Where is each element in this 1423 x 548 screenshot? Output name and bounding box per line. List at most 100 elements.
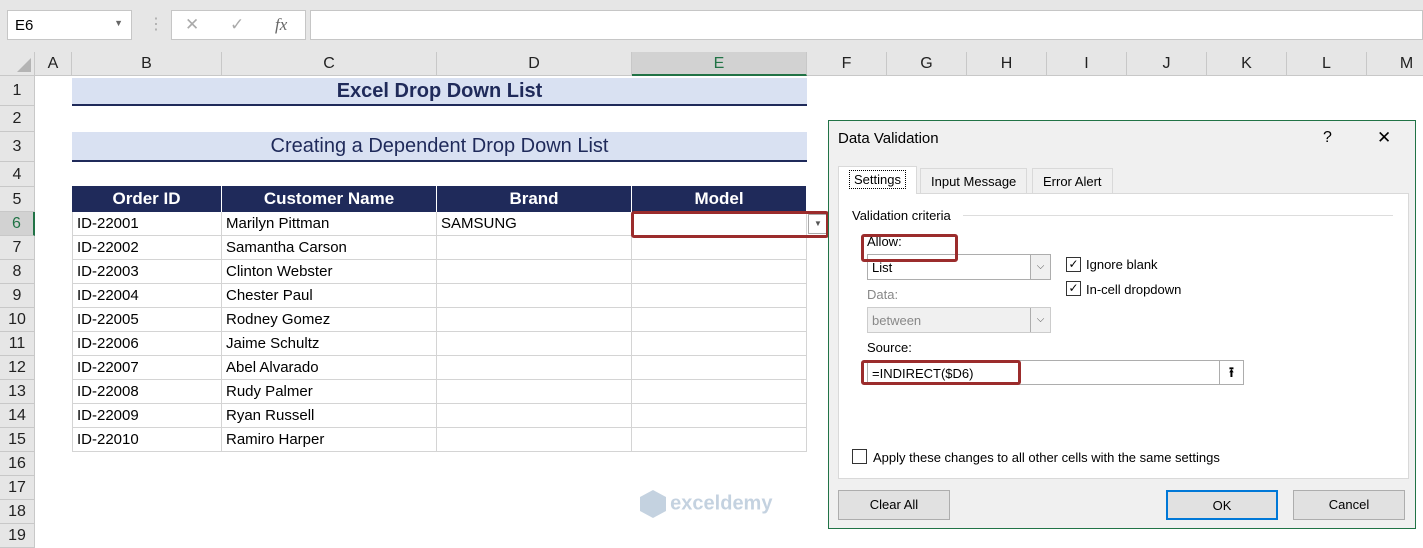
- table-cell[interactable]: ID-22001: [72, 212, 222, 236]
- tab-input-message[interactable]: Input Message: [920, 168, 1028, 194]
- table-cell[interactable]: [437, 332, 632, 356]
- row-header-9[interactable]: 9: [0, 284, 35, 308]
- table-cell[interactable]: ID-22009: [72, 404, 222, 428]
- column-header-G[interactable]: G: [887, 52, 967, 76]
- row-header-6[interactable]: 6: [0, 212, 35, 236]
- row-header-17[interactable]: 17: [0, 476, 35, 500]
- table-cell[interactable]: ID-22010: [72, 428, 222, 452]
- table-cell[interactable]: ID-22004: [72, 284, 222, 308]
- row-header-4[interactable]: 4: [0, 162, 35, 187]
- formula-buttons: ✕ ✓ fx: [171, 10, 306, 40]
- clear-all-button[interactable]: Clear All: [838, 490, 950, 520]
- enter-icon[interactable]: ✓: [230, 15, 244, 35]
- table-cell[interactable]: Abel Alvarado: [222, 356, 437, 380]
- table-cell[interactable]: Ryan Russell: [222, 404, 437, 428]
- table-cell[interactable]: Ramiro Harper: [222, 428, 437, 452]
- column-header-F[interactable]: F: [807, 52, 887, 76]
- table-cell[interactable]: [437, 284, 632, 308]
- table-cell[interactable]: [632, 284, 807, 308]
- header-order-id: Order ID: [72, 186, 222, 212]
- column-header-C[interactable]: C: [222, 52, 437, 76]
- table-cell[interactable]: ID-22003: [72, 260, 222, 284]
- row-header-12[interactable]: 12: [0, 356, 35, 380]
- row-header-14[interactable]: 14: [0, 404, 35, 428]
- column-header-A[interactable]: A: [35, 52, 72, 76]
- watermark-logo: exceldemy: [640, 490, 772, 518]
- apply-all-checkbox[interactable]: [852, 449, 867, 464]
- help-icon[interactable]: ?: [1323, 129, 1332, 147]
- row-header-13[interactable]: 13: [0, 380, 35, 404]
- header-brand: Brand: [437, 186, 632, 212]
- column-header-J[interactable]: J: [1127, 52, 1207, 76]
- close-icon[interactable]: ✕: [1377, 128, 1391, 148]
- table-cell[interactable]: Clinton Webster: [222, 260, 437, 284]
- function-icon[interactable]: fx: [275, 15, 287, 35]
- table-cell[interactable]: ID-22007: [72, 356, 222, 380]
- table-cell[interactable]: [632, 428, 807, 452]
- select-all-button[interactable]: [0, 52, 35, 76]
- row-header-16[interactable]: 16: [0, 452, 35, 476]
- table-cell[interactable]: [437, 308, 632, 332]
- ignore-blank-label: Ignore blank: [1086, 257, 1158, 272]
- sheet-subtitle: Creating a Dependent Drop Down List: [72, 132, 807, 162]
- table-cell[interactable]: [632, 380, 807, 404]
- table-cell[interactable]: [437, 236, 632, 260]
- table-cell[interactable]: ID-22002: [72, 236, 222, 260]
- header-model: Model: [632, 186, 807, 212]
- ok-button[interactable]: OK: [1166, 490, 1278, 520]
- row-header-3[interactable]: 3: [0, 132, 35, 162]
- tab-error-alert[interactable]: Error Alert: [1032, 168, 1113, 194]
- column-header-L[interactable]: L: [1287, 52, 1367, 76]
- chevron-down-icon[interactable]: ▼: [114, 18, 123, 28]
- table-cell[interactable]: [437, 356, 632, 380]
- table-cell[interactable]: [437, 260, 632, 284]
- table-cell[interactable]: [632, 332, 807, 356]
- row-header-7[interactable]: 7: [0, 236, 35, 260]
- column-header-E[interactable]: E: [632, 52, 807, 76]
- table-cell[interactable]: Samantha Carson: [222, 236, 437, 260]
- table-cell[interactable]: ID-22006: [72, 332, 222, 356]
- highlight-source: [861, 360, 1021, 385]
- table-cell[interactable]: [632, 356, 807, 380]
- table-cell[interactable]: Rodney Gomez: [222, 308, 437, 332]
- column-header-H[interactable]: H: [967, 52, 1047, 76]
- table-cell[interactable]: [632, 404, 807, 428]
- in-cell-dropdown-checkbox[interactable]: ✓: [1066, 281, 1081, 296]
- header-customer-name: Customer Name: [222, 186, 437, 212]
- allow-value: List: [872, 260, 893, 275]
- ignore-blank-checkbox[interactable]: ✓: [1066, 257, 1081, 272]
- cancel-icon[interactable]: ✕: [185, 15, 199, 35]
- column-header-I[interactable]: I: [1047, 52, 1127, 76]
- row-header-10[interactable]: 10: [0, 308, 35, 332]
- table-cell[interactable]: Rudy Palmer: [222, 380, 437, 404]
- cancel-button[interactable]: Cancel: [1293, 490, 1405, 520]
- table-cell[interactable]: [437, 380, 632, 404]
- row-header-5[interactable]: 5: [0, 187, 35, 212]
- chevron-down-icon: ⌵: [1030, 308, 1050, 332]
- table-cell[interactable]: Chester Paul: [222, 284, 437, 308]
- table-cell[interactable]: Jaime Schultz: [222, 332, 437, 356]
- table-cell[interactable]: [632, 308, 807, 332]
- formula-input[interactable]: [310, 10, 1423, 40]
- row-header-18[interactable]: 18: [0, 500, 35, 524]
- row-header-15[interactable]: 15: [0, 428, 35, 452]
- column-header-D[interactable]: D: [437, 52, 632, 76]
- table-cell[interactable]: Marilyn Pittman: [222, 212, 437, 236]
- row-header-8[interactable]: 8: [0, 260, 35, 284]
- table-cell[interactable]: [632, 260, 807, 284]
- table-cell[interactable]: [632, 236, 807, 260]
- row-header-2[interactable]: 2: [0, 106, 35, 132]
- column-header-M[interactable]: M: [1367, 52, 1423, 76]
- tab-settings[interactable]: Settings: [838, 166, 917, 194]
- row-header-1[interactable]: 1: [0, 76, 35, 106]
- row-header-11[interactable]: 11: [0, 332, 35, 356]
- table-cell[interactable]: SAMSUNG: [437, 212, 632, 236]
- table-cell[interactable]: [437, 428, 632, 452]
- column-header-B[interactable]: B: [72, 52, 222, 76]
- name-box[interactable]: E6 ▼: [7, 10, 132, 40]
- table-cell[interactable]: ID-22008: [72, 380, 222, 404]
- row-header-19[interactable]: 19: [0, 524, 35, 548]
- table-cell[interactable]: ID-22005: [72, 308, 222, 332]
- column-header-K[interactable]: K: [1207, 52, 1287, 76]
- table-cell[interactable]: [437, 404, 632, 428]
